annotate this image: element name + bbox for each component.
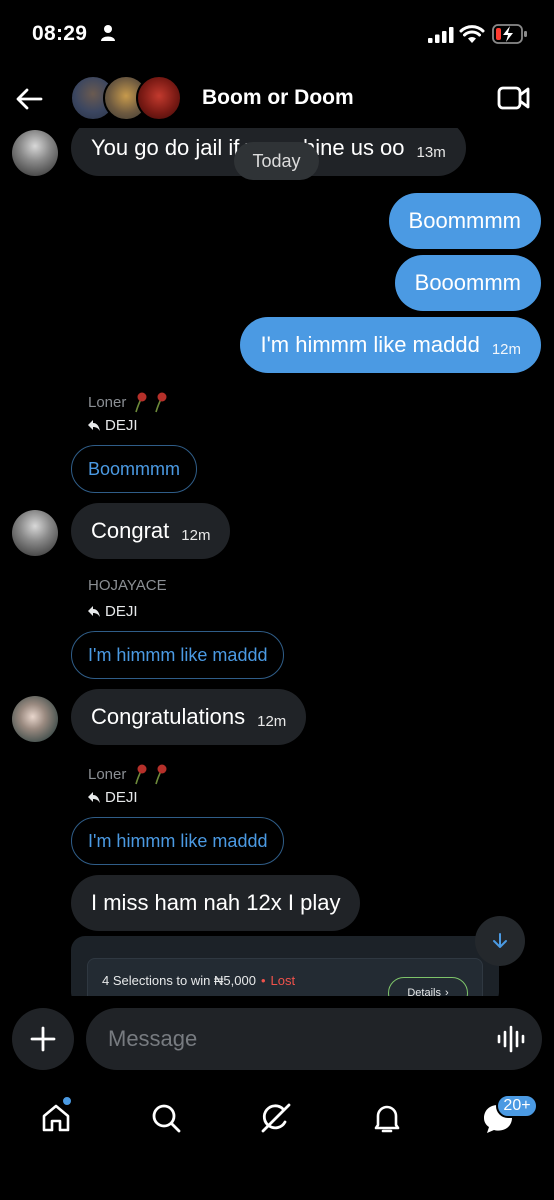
bet-slip-inner: 4 Selections to win ₦5,000 • Lost Details … (87, 958, 483, 996)
chevron-right-icon: › (444, 987, 449, 996)
quoted-text: Boommmm (88, 458, 181, 479)
search-icon (152, 1104, 181, 1133)
person-icon (101, 25, 115, 41)
sender-name: Loner (88, 393, 127, 411)
wilted-rose-icon (135, 392, 167, 413)
chat-header: Boom or Doom (0, 70, 554, 128)
bet-slip-card[interactable]: 4 Selections to win ₦5,000 • Lost Details … (71, 936, 499, 996)
reply-target-name: DEJI (105, 603, 138, 620)
message-time: 12m (181, 526, 211, 544)
back-arrow-icon (16, 88, 43, 110)
voice-message-button[interactable] (496, 1024, 528, 1054)
video-camera-icon (497, 86, 530, 110)
sender-avatar[interactable] (12, 696, 58, 742)
nav-search[interactable] (146, 1098, 186, 1138)
notification-dot (62, 1096, 72, 1106)
message-list[interactable]: You go do jail if you whine us oo 13m To… (0, 128, 554, 996)
messages-badge: 20+ (496, 1094, 538, 1118)
quoted-text: I'm himmm like maddd (88, 830, 268, 851)
incoming-message[interactable]: Congrat 12m (71, 503, 231, 559)
bet-slip-selections: 4 Selections to win ₦5,000 (102, 973, 256, 988)
reply-sender: Loner (88, 391, 170, 413)
waveform-icon (497, 1025, 525, 1053)
bottom-navigation: 20+ (0, 1086, 554, 1200)
video-call-button[interactable] (497, 84, 533, 114)
back-button[interactable] (12, 82, 46, 116)
message-text: Congratulations (91, 704, 246, 729)
outgoing-message[interactable]: Booommm (394, 255, 541, 311)
bet-slip-status: Lost (270, 973, 296, 988)
details-label: Details (407, 987, 441, 996)
message-input[interactable] (86, 1008, 542, 1070)
status-dot: • (260, 973, 266, 988)
quoted-text: I'm himmm like maddd (88, 644, 268, 665)
details-button[interactable]: Details › (388, 977, 468, 996)
reply-arrow-icon (88, 606, 100, 617)
quoted-message[interactable]: Boommmm (71, 445, 198, 493)
reply-target: DEJI (88, 417, 138, 434)
message-text: Booommm (414, 270, 521, 295)
message-time: 13m (416, 143, 446, 161)
nav-grok[interactable] (256, 1098, 296, 1138)
outgoing-message[interactable]: Boommmm (388, 193, 541, 249)
date-separator: Today (234, 142, 319, 180)
status-time: 08:29 (32, 22, 88, 45)
nav-notifications[interactable] (367, 1098, 407, 1138)
message-text: I miss ham nah 12x I play (91, 890, 341, 915)
signal-icon (428, 27, 454, 43)
grok-icon (261, 1103, 291, 1133)
wilted-rose-icon (135, 764, 167, 785)
message-time: 12m (491, 340, 521, 358)
plus-icon (30, 1026, 56, 1052)
wifi-icon (459, 25, 485, 43)
message-text: I'm himmm like maddd (260, 332, 480, 357)
scroll-to-bottom-button[interactable] (475, 916, 525, 966)
chat-title[interactable]: Boom or Doom (202, 86, 354, 110)
reply-sender: Loner (88, 763, 170, 785)
group-avatar-stack[interactable] (70, 75, 190, 123)
incoming-message[interactable]: Congratulations 12m (71, 689, 307, 745)
home-icon (42, 1104, 70, 1132)
reply-target-name: DEJI (105, 417, 138, 434)
incoming-message[interactable]: I miss ham nah 12x I play (71, 875, 361, 931)
message-text: Congrat (91, 518, 170, 543)
outgoing-message[interactable]: I'm himmm like maddd 12m (240, 317, 541, 373)
quoted-message[interactable]: I'm himmm like maddd (71, 817, 285, 865)
status-bar: 08:29 (0, 0, 554, 70)
bell-icon (374, 1105, 400, 1133)
reply-arrow-icon (88, 420, 100, 431)
sender-name: Loner (88, 765, 127, 783)
reply-sender: HOJAYACE (88, 577, 167, 594)
sender-name: HOJAYACE (88, 577, 167, 594)
reply-target: DEJI (88, 603, 138, 620)
sender-avatar[interactable] (12, 510, 58, 556)
message-time: 12m (257, 712, 287, 730)
avatar (136, 75, 182, 121)
arrow-down-icon (493, 933, 507, 948)
quoted-message[interactable]: I'm himmm like maddd (71, 631, 285, 679)
bet-slip-summary: 4 Selections to win ₦5,000 • Lost (102, 973, 295, 988)
reply-arrow-icon (88, 792, 100, 803)
add-attachment-button[interactable] (12, 1008, 74, 1070)
reply-target: DEJI (88, 789, 138, 806)
sender-avatar[interactable] (12, 130, 58, 176)
message-text: Boommmm (408, 208, 521, 233)
reply-target-name: DEJI (105, 789, 138, 806)
battery-charging-icon (492, 24, 527, 44)
